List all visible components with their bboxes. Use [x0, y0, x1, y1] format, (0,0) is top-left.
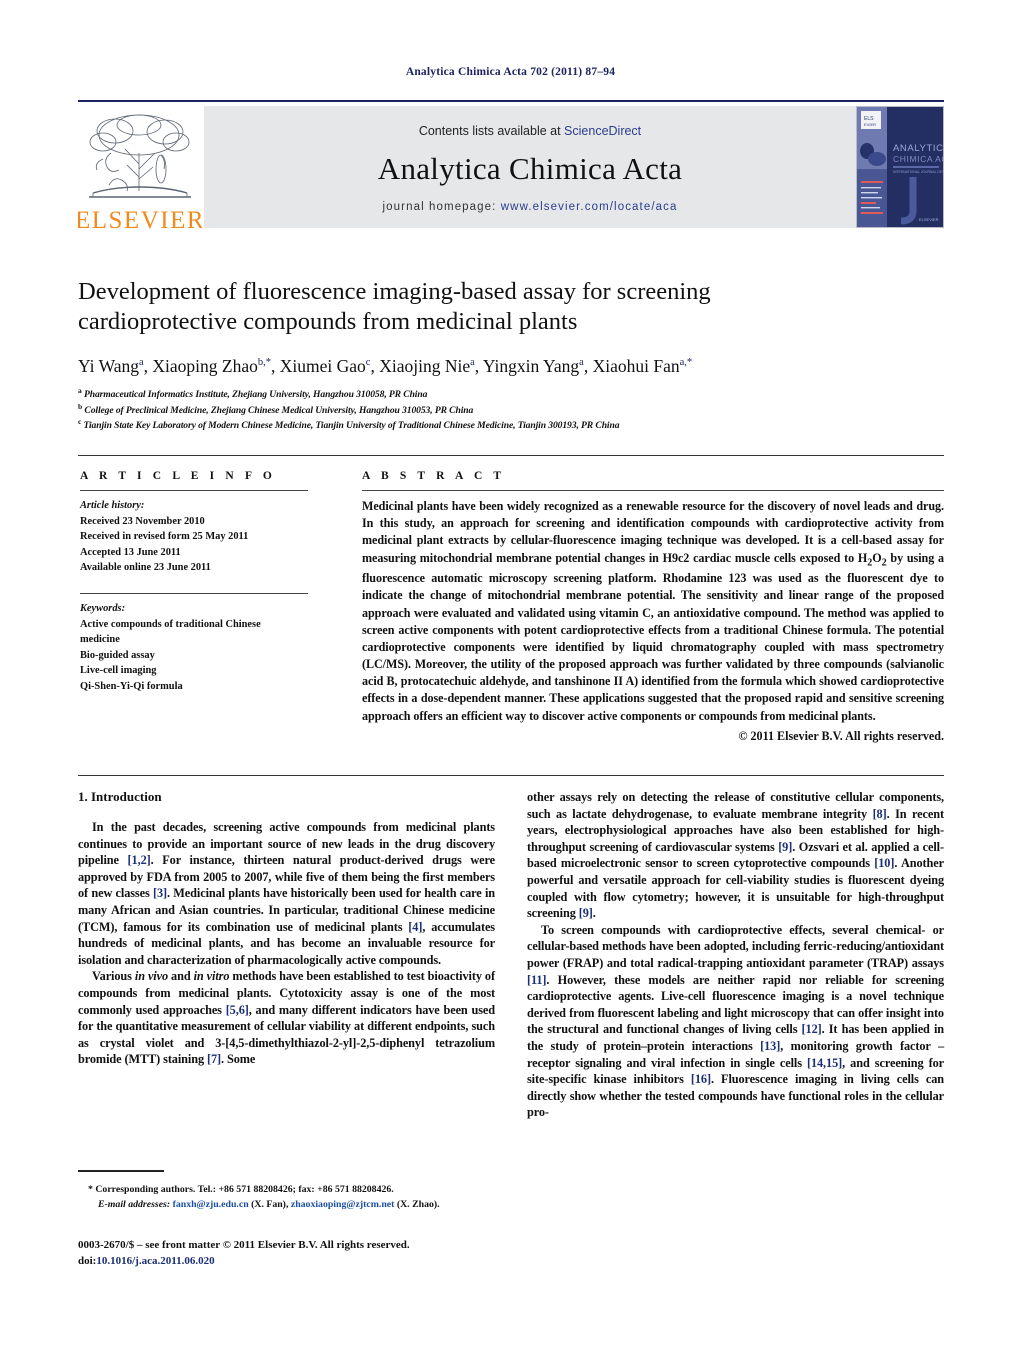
- article-history-item: Received in revised form 25 May 2011: [80, 531, 249, 543]
- affiliation-list: a Pharmaceutical Informatics Institute, …: [78, 386, 868, 432]
- info-section-top-rule: [78, 455, 944, 456]
- body-column-right: other assays rely on detecting the relea…: [527, 789, 944, 1121]
- homepage-prefix: journal homepage:: [382, 200, 501, 213]
- keyword-item: Active compounds of traditional Chinese: [80, 618, 261, 630]
- journal-cover-thumbnail: ELS EVIER ANALYTICA CHIMICA ACTA INTERNA…: [856, 106, 944, 228]
- issn-copyright-line: 0003-2670/$ – see front matter © 2011 El…: [78, 1239, 410, 1251]
- body-paragraph: To screen compounds with cardioprotectiv…: [527, 922, 945, 1120]
- body-paragraph: other assays rely on detecting the relea…: [527, 790, 944, 921]
- journal-masthead: ELSEVIER Contents lists available at Sci…: [78, 100, 944, 233]
- keyword-item: Bio-guided assay: [80, 649, 155, 661]
- article-info-column: A R T I C L E I N F O Article history: R…: [80, 470, 308, 695]
- journal-cover-artwork: ELS EVIER ANALYTICA CHIMICA ACTA INTERNA…: [857, 107, 943, 227]
- email-link-zhao[interactable]: zhaoxiaoping@zjtcm.net: [291, 1199, 395, 1210]
- abstract-copyright: © 2011 Elsevier B.V. All rights reserved…: [738, 728, 944, 743]
- journal-title: Analytica Chimica Acta: [377, 150, 683, 186]
- svg-text:ELSEVIER: ELSEVIER: [919, 217, 939, 222]
- keywords-block: Keywords: Active compounds of traditiona…: [80, 593, 308, 695]
- body-paragraph: In the past decades, screening active co…: [78, 820, 495, 967]
- abstract-rule: [362, 490, 944, 491]
- doi-label: doi:: [78, 1254, 97, 1267]
- email-note: E-mail addresses: fanxh@zju.edu.cn (X. F…: [78, 1198, 498, 1213]
- svg-text:EVIER: EVIER: [864, 122, 876, 127]
- affiliation-item: b College of Preclinical Medicine, Zheji…: [78, 402, 868, 417]
- affiliation-mark: a: [78, 386, 82, 396]
- page-title: Development of fluorescence imaging-base…: [78, 278, 711, 336]
- section-heading-introduction: 1. Introduction: [78, 789, 162, 804]
- abstract-heading: A B S T R A C T: [362, 470, 506, 482]
- contents-available-line: Contents lists available at ScienceDirec…: [419, 124, 641, 138]
- affiliation-mark: b: [78, 401, 83, 411]
- affiliation-text: College of Preclinical Medicine, Zhejian…: [84, 404, 474, 416]
- footnote-block: * Corresponding authors. Tel.: +86 571 8…: [78, 1183, 498, 1212]
- keyword-item: Live-cell imaging: [80, 665, 157, 677]
- email-link-fan[interactable]: fanxh@zju.edu.cn: [173, 1199, 249, 1210]
- email-owner-zhao: (X. Zhao).: [396, 1198, 440, 1210]
- masthead-top-rule: [78, 100, 944, 102]
- keyword-item: medicine: [80, 634, 120, 646]
- info-section-bottom-rule: [78, 775, 944, 776]
- keywords-rule: [80, 593, 308, 595]
- elsevier-logo: ELSEVIER: [78, 106, 202, 233]
- paper-page: Analytica Chimica Acta 702 (2011) 87–94: [0, 0, 1021, 1351]
- body-paragraph: Various in vivo and in vitro methods hav…: [78, 969, 495, 1067]
- footnote-rule: [78, 1170, 164, 1172]
- article-history-item: Available online 23 June 2011: [80, 562, 211, 574]
- title-block: Development of fluorescence imaging-base…: [78, 277, 868, 433]
- article-history-item: Received 23 November 2010: [80, 515, 205, 527]
- body-column-left: 1. Introduction In the past decades, scr…: [78, 789, 495, 1068]
- keyword-item: Qi-Shen-Yi-Qi formula: [80, 681, 183, 693]
- contents-prefix: Contents lists available at: [418, 123, 565, 138]
- abstract-column: A B S T R A C T Medicinal plants have be…: [362, 470, 944, 744]
- abstract-text: Medicinal plants have been widely recogn…: [362, 499, 944, 723]
- elsevier-wordmark: ELSEVIER: [78, 207, 202, 233]
- journal-band: Contents lists available at ScienceDirec…: [204, 106, 856, 228]
- affiliation-item: a Pharmaceutical Informatics Institute, …: [78, 386, 868, 401]
- article-info-rule: [80, 490, 308, 491]
- affiliation-text: Pharmaceutical Informatics Institute, Zh…: [83, 389, 428, 401]
- journal-homepage-line: journal homepage: www.elsevier.com/locat…: [383, 201, 678, 213]
- email-owner-fan: (X. Fan),: [251, 1198, 289, 1210]
- running-head: Analytica Chimica Acta 702 (2011) 87–94: [405, 66, 616, 78]
- doi-value[interactable]: 10.1016/j.aca.2011.06.020: [96, 1255, 214, 1267]
- elsevier-tree-icon: [89, 114, 191, 198]
- corresponding-author-note: * Corresponding authors. Tel.: +86 571 8…: [88, 1184, 394, 1195]
- sciencedirect-link[interactable]: ScienceDirect: [564, 124, 641, 138]
- imprint-block: 0003-2670/$ – see front matter © 2011 El…: [78, 1238, 538, 1270]
- article-info-heading: A R T I C L E I N F O: [80, 470, 276, 482]
- body-columns: 1. Introduction In the past decades, scr…: [78, 789, 944, 1209]
- svg-text:INTERNATIONAL JOURNAL DEVOTED: INTERNATIONAL JOURNAL DEVOTED TO ALL BRA…: [893, 170, 943, 174]
- doi-line: doi:10.1016/j.aca.2011.06.020: [78, 1254, 538, 1270]
- journal-homepage-link[interactable]: www.elsevier.com/locate/aca: [501, 201, 678, 213]
- keywords-label: Keywords:: [80, 603, 126, 615]
- affiliation-item: c Tianjin State Key Laboratory of Modern…: [78, 417, 868, 432]
- svg-text:CHIMICA ACTA: CHIMICA ACTA: [893, 154, 943, 164]
- email-label: E-mail addresses:: [98, 1198, 171, 1210]
- article-history-item: Accepted 13 June 2011: [80, 546, 181, 558]
- affiliation-text: Tianjin State Key Laboratory of Modern C…: [83, 420, 620, 432]
- author-list: Yi Wanga, Xiaoping Zhaob,*, Xiumei Gaoc,…: [78, 356, 693, 377]
- affiliation-mark: c: [78, 417, 82, 427]
- article-history-label: Article history:: [80, 500, 145, 511]
- svg-text:ANALYTICA: ANALYTICA: [893, 143, 943, 154]
